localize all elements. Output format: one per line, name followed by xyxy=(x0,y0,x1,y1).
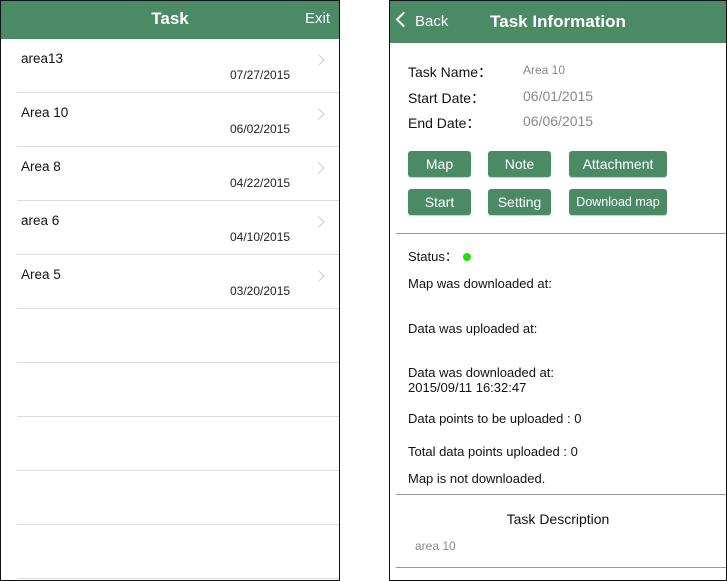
empty-row xyxy=(17,471,339,525)
task-information-screen: Back Task Information Task Name： Area 10… xyxy=(389,0,727,581)
note-button[interactable]: Note xyxy=(488,151,551,177)
empty-row xyxy=(17,525,339,579)
task-row-2[interactable]: Area 8 04/22/2015 xyxy=(17,147,339,201)
chevron-right-icon xyxy=(313,54,325,66)
divider xyxy=(396,494,726,495)
task-list-screen: Task Exit area13 07/27/2015 Area 10 06/0… xyxy=(0,0,340,581)
task-name: area 6 xyxy=(21,213,60,228)
data-downloaded-at: Data was downloaded at: xyxy=(408,365,554,380)
task-date: 04/10/2015 xyxy=(230,230,291,244)
chevron-right-icon xyxy=(313,270,325,282)
start-button[interactable]: Start xyxy=(408,189,471,215)
divider xyxy=(396,567,726,568)
start-date-label: Start Date： xyxy=(408,90,486,106)
task-row-4[interactable]: Area 5 03/20/2015 xyxy=(17,255,339,309)
task-name: Area 5 xyxy=(21,267,61,282)
status-indicator-icon xyxy=(463,253,471,261)
chevron-right-icon xyxy=(313,108,325,120)
task-row-3[interactable]: area 6 04/10/2015 xyxy=(17,201,339,255)
task-description-value: area 10 xyxy=(415,539,456,553)
map-downloaded-at: Map was downloaded at: xyxy=(408,276,552,291)
empty-row xyxy=(17,309,339,363)
task-row-1[interactable]: Area 10 06/02/2015 xyxy=(17,93,339,147)
start-date-value: 06/01/2015 xyxy=(523,88,594,104)
task-name: area13 xyxy=(21,51,64,66)
task-name-value: Area 10 xyxy=(523,63,566,77)
download-map-button[interactable]: Download map xyxy=(569,189,667,215)
status-label: Status： xyxy=(408,249,458,264)
task-list-navbar: Task Exit xyxy=(1,1,339,39)
setting-button[interactable]: Setting xyxy=(488,189,551,215)
data-downloaded-value: 2015/09/11 16:32:47 xyxy=(408,380,527,395)
map-download-status: Map is not downloaded. xyxy=(408,471,546,486)
task-date: 07/27/2015 xyxy=(230,68,291,82)
task-info-navbar: Back Task Information xyxy=(390,1,726,43)
task-name-label: Task Name： xyxy=(408,64,493,80)
total-points-uploaded: Total data points uploaded : 0 xyxy=(408,444,578,459)
end-date-label: End Date： xyxy=(408,115,481,131)
page-title: Task Information xyxy=(490,12,626,31)
chevron-right-icon xyxy=(313,216,325,228)
task-description-title: Task Description xyxy=(506,511,610,527)
points-to-upload: Data points to be uploaded : 0 xyxy=(408,411,582,426)
divider xyxy=(396,233,726,234)
data-uploaded-at: Data was uploaded at: xyxy=(408,321,538,336)
task-row-0[interactable]: area13 07/27/2015 xyxy=(17,39,339,93)
empty-row xyxy=(17,417,339,471)
attachment-button[interactable]: Attachment xyxy=(569,151,667,177)
task-name: Area 10 xyxy=(21,105,69,120)
chevron-right-icon xyxy=(313,162,325,174)
exit-button[interactable]: Exit xyxy=(305,1,330,39)
task-date: 04/22/2015 xyxy=(230,176,291,190)
end-date-value: 06/06/2015 xyxy=(523,113,594,129)
task-name: Area 8 xyxy=(21,159,61,174)
map-button[interactable]: Map xyxy=(408,151,471,177)
task-date: 03/20/2015 xyxy=(230,284,291,298)
page-title: Task xyxy=(151,9,189,28)
empty-row xyxy=(17,363,339,417)
task-date: 06/02/2015 xyxy=(230,122,291,136)
